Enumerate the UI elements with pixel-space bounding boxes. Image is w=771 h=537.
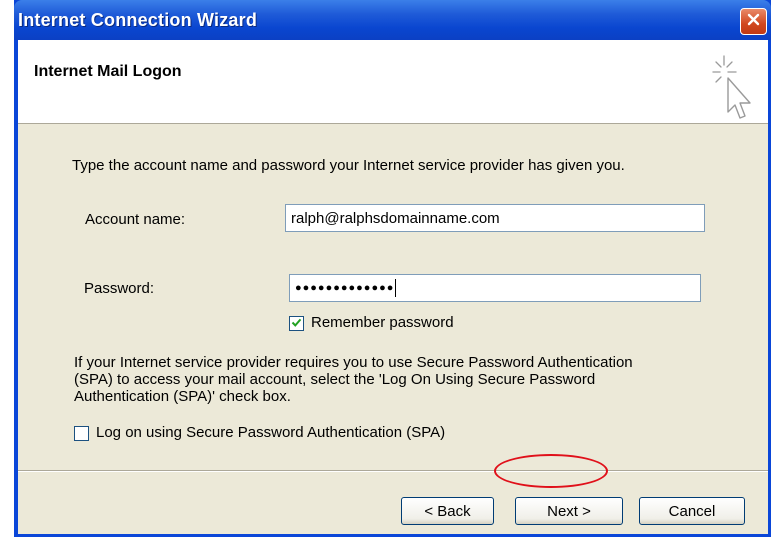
account-name-label: Account name: <box>85 211 186 228</box>
spa-text-line: If your Internet service provider requir… <box>74 354 633 371</box>
next-button[interactable]: Next > <box>515 497 623 525</box>
account-name-input[interactable] <box>285 204 705 232</box>
spa-text-line: Authentication (SPA)' check box. <box>74 388 291 405</box>
window-title: Internet Connection Wizard <box>18 10 258 30</box>
page-title: Internet Mail Logon <box>34 63 182 80</box>
footer-separator <box>18 470 768 472</box>
close-icon <box>746 12 761 31</box>
remember-password-label[interactable]: Remember password <box>311 314 454 331</box>
spa-checkbox[interactable] <box>74 426 89 441</box>
wizard-header: Internet Mail Logon <box>18 40 768 124</box>
instruction-text: Type the account name and password your … <box>72 157 625 174</box>
wizard-cursor-icon <box>710 50 754 130</box>
password-mask: ●●●●●●●●●●●●● <box>295 282 395 294</box>
back-button[interactable]: < Back <box>401 497 494 525</box>
check-icon <box>291 315 302 332</box>
spa-text-line: (SPA) to access your mail account, selec… <box>74 371 596 388</box>
spa-checkbox-label[interactable]: Log on using Secure Password Authenticat… <box>96 424 445 441</box>
close-button[interactable] <box>740 8 767 35</box>
title-bar[interactable]: Internet Connection Wizard <box>14 0 771 40</box>
text-caret <box>395 279 397 297</box>
remember-password-checkbox[interactable] <box>289 316 304 331</box>
spa-explanation-text: If your Internet service provider requir… <box>74 354 633 405</box>
password-label: Password: <box>84 280 155 297</box>
cancel-button[interactable]: Cancel <box>639 497 745 525</box>
dialog-client-area: Internet Mail Logon Type the account nam… <box>18 40 768 534</box>
wizard-window: Internet Connection Wizard Internet Mail… <box>14 0 771 537</box>
password-input[interactable]: ●●●●●●●●●●●●● <box>289 274 701 302</box>
